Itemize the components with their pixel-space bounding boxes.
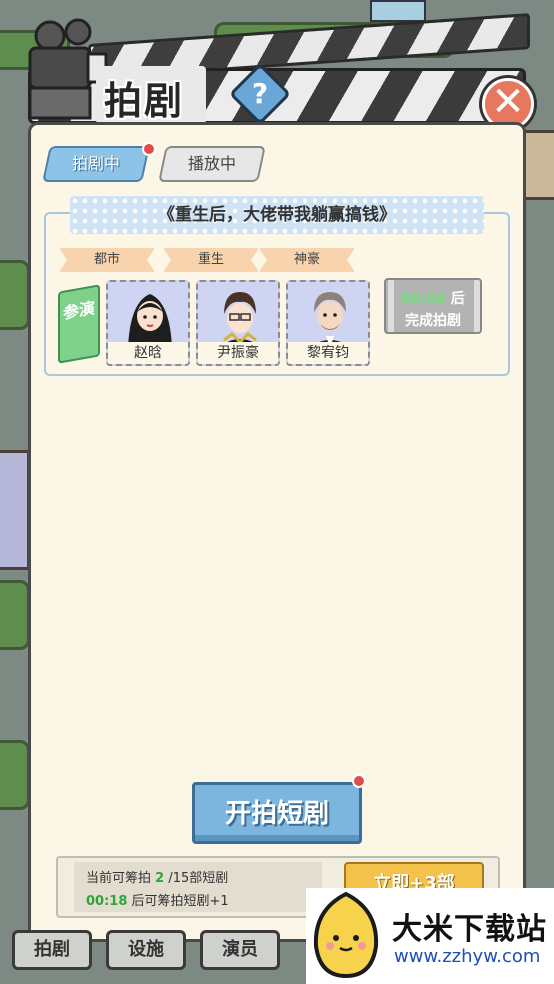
genre-tag: 神豪 (259, 248, 355, 272)
building (0, 450, 30, 570)
tab-filming[interactable]: 拍剧中 (42, 146, 150, 182)
drama-title: 《重生后，大佬带我躺赢搞钱》 (70, 196, 484, 234)
hedge (0, 580, 30, 650)
timer-suffix: 后 (450, 291, 465, 307)
actor-name: 尹振豪 (198, 342, 278, 364)
parked-car (370, 0, 426, 22)
actor-portrait-icon (218, 292, 262, 348)
actor-portrait-icon (308, 292, 352, 348)
notification-dot (142, 142, 156, 156)
actor-name: 赵晗 (108, 342, 188, 364)
tab-filming-label: 拍剧中 (71, 154, 120, 173)
nav-actors[interactable]: 演员 (200, 930, 280, 970)
tab-airing[interactable]: 播放中 (158, 146, 266, 182)
tab-airing-label: 播放中 (187, 154, 236, 173)
quota-countdown-suffix: 后可筹拍短剧+1 (131, 894, 229, 909)
quota-line: 当前可筹拍 2 /15部短剧 (86, 867, 228, 886)
watermark-logo-icon (306, 890, 386, 980)
nav-filming[interactable]: 拍剧 (12, 930, 92, 970)
notification-dot (352, 774, 366, 788)
genre-tag: 都市 (59, 248, 155, 272)
actor-name: 黎宥钧 (288, 342, 368, 364)
actor-card[interactable]: 尹振豪 (196, 280, 280, 366)
actor-card[interactable]: 赵晗 (106, 280, 190, 366)
hedge (0, 260, 30, 330)
timer-row: 00:02 后 (384, 288, 482, 308)
start-filming-button[interactable]: 开拍短剧 (192, 782, 362, 844)
quota-prefix: 当前可筹拍 (86, 871, 152, 886)
quota-countdown-line: 00:18 后可筹拍短剧+1 (86, 890, 229, 909)
quota-available: 2 (155, 871, 165, 886)
watermark-url: www.zzhyw.com (394, 946, 541, 967)
timer-status: 完成拍剧 (405, 313, 461, 329)
cast-label: 参演 (58, 284, 100, 364)
question-icon[interactable]: ? (238, 72, 282, 116)
timer-value: 00:02 (401, 291, 446, 307)
watermark-title: 大米下载站 (392, 912, 547, 947)
actor-card[interactable]: 黎宥钧 (286, 280, 370, 366)
quota-suffix: /15部短剧 (168, 871, 229, 886)
nav-facilities[interactable]: 设施 (106, 930, 186, 970)
quota-countdown: 00:18 (86, 894, 128, 909)
page-title: 拍剧 (104, 79, 185, 123)
genre-tag: 重生 (163, 248, 259, 272)
hedge (0, 740, 30, 810)
actor-portrait-icon (128, 294, 172, 348)
